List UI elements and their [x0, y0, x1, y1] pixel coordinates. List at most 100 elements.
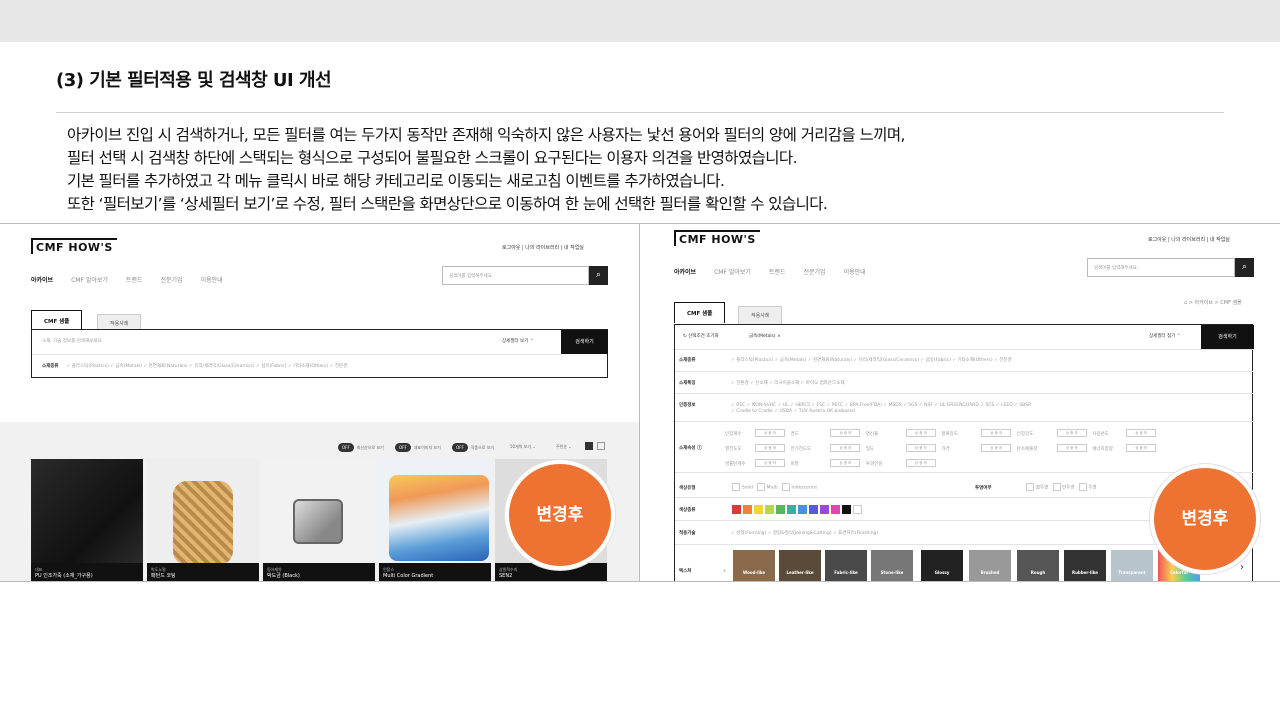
- filter-items[interactable]: ✓ REC ✓ NON-SVHC ✓ UL ✓ HB파크 ✓ FSC ✓ PEF…: [731, 403, 1031, 408]
- nav-item-archive[interactable]: 아카이브: [31, 275, 53, 284]
- level-chip[interactable]: 상 중 하: [1056, 444, 1087, 452]
- logo[interactable]: CMF HOW'S: [674, 230, 760, 246]
- level-chip[interactable]: 상 중 하: [755, 459, 785, 467]
- list-view-icon[interactable]: [597, 442, 605, 450]
- divider: [32, 354, 561, 355]
- checkbox[interactable]: [781, 483, 790, 491]
- color-swatch[interactable]: [787, 505, 797, 514]
- texture-tile[interactable]: Glossy: [921, 550, 963, 581]
- filter-row-color: 색상종류: [679, 505, 864, 514]
- color-swatch[interactable]: [732, 505, 742, 514]
- toggle-works[interactable]: OFF 작품으로 보기: [452, 443, 494, 452]
- detail-filter-toggle[interactable]: 상세필터 접기 ⌃: [1149, 333, 1180, 339]
- property-row: 인장계수 상 중 하 경도 상 중 하 연신율 상 중 하 항복강도 상 중 하 인장강…: [725, 429, 1160, 437]
- texture-tile[interactable]: Transparent: [1111, 550, 1153, 581]
- level-chip[interactable]: 상 중 하: [981, 444, 1012, 452]
- checkbox[interactable]: [1026, 483, 1035, 491]
- level-chip[interactable]: 상 중 하: [830, 459, 861, 467]
- texture-tile[interactable]: Brushed: [969, 550, 1011, 581]
- checkbox[interactable]: [732, 483, 741, 491]
- level-chip[interactable]: 상 중 하: [905, 429, 936, 437]
- level-chip[interactable]: 상 중 하: [830, 429, 861, 437]
- utility-links[interactable]: 로그아웃 | 나의 라이브러리 | 내 작업실: [1148, 236, 1230, 243]
- color-swatch[interactable]: [842, 505, 852, 514]
- color-swatch[interactable]: [831, 505, 841, 514]
- texture-tile[interactable]: Rough: [1017, 550, 1059, 581]
- option-label: Solid: [741, 485, 753, 491]
- per-page-select[interactable]: 50개씩 보기 ⌄: [510, 444, 536, 450]
- toggle-state: OFF: [452, 443, 468, 452]
- nav-item-archive[interactable]: 아카이브: [674, 267, 696, 276]
- divider: [675, 393, 1254, 394]
- property-name: 영률탄계수: [725, 461, 746, 467]
- nav-item-trend[interactable]: 트렌드: [126, 275, 143, 284]
- search-button[interactable]: 검색하기: [1201, 325, 1254, 349]
- header-search-input[interactable]: 검색어를 입력해주세요.: [1087, 258, 1235, 277]
- checkbox[interactable]: [1052, 483, 1061, 491]
- header-search-input[interactable]: 검색어를 입력해주세요.: [442, 266, 589, 285]
- texture-tile[interactable]: Leather-like: [779, 550, 821, 581]
- search-button[interactable]: 검색하기: [561, 330, 608, 354]
- toggle-representative[interactable]: OFF 대표이미지 보기: [395, 443, 441, 452]
- filter-items[interactable]: ✓ 성형(Forming) ✓ 결합&절삭(Joining&Cutting) ✓…: [731, 531, 878, 536]
- filter-items[interactable]: ✓ 친환경 ✓ 신소재 ✓ 리사이클소재 ✓ 바이오 컴파운드소재: [731, 381, 844, 386]
- nav-item-trend[interactable]: 트렌드: [769, 267, 786, 276]
- checkbox[interactable]: [757, 483, 766, 491]
- property-name: 사용온도: [1092, 431, 1109, 437]
- filter-row-color-type: 색상유형 Solid Multi Iridescence: [679, 483, 817, 491]
- tab-cmf-sample[interactable]: CMF 샘플: [674, 302, 726, 323]
- level-chip[interactable]: 상 중 하: [830, 444, 861, 452]
- level-chip[interactable]: 상 중 하: [981, 429, 1012, 437]
- color-swatch[interactable]: [776, 505, 786, 514]
- filter-label: 인증정보: [679, 403, 696, 408]
- nav-item-guide[interactable]: 이용안내: [844, 267, 866, 276]
- sort-select[interactable]: 주천순 ⌄: [556, 444, 572, 450]
- level-chip[interactable]: 상 중 하: [1056, 429, 1087, 437]
- filter-items[interactable]: ✓ 플라스틱(Plastics) ✓ 금속(Metals) ✓ 천연재료(Nat…: [67, 364, 348, 369]
- color-swatch[interactable]: [754, 505, 764, 514]
- toggle-latest[interactable]: OFF 최신순으로 보기: [338, 443, 384, 452]
- level-chip[interactable]: 상 중 하: [755, 444, 785, 452]
- color-swatch[interactable]: [853, 505, 863, 514]
- tab-case[interactable]: 적용사례: [738, 306, 783, 324]
- nav-item-company[interactable]: 전문기업: [160, 275, 182, 284]
- texture-tile[interactable]: Stone-like: [871, 550, 913, 581]
- logo[interactable]: CMF HOW'S: [31, 238, 117, 254]
- color-swatch[interactable]: [798, 505, 808, 514]
- toggle-label: 대표이미지 보기: [413, 445, 441, 450]
- tab-cmf-sample[interactable]: CMF 샘플: [31, 310, 83, 331]
- color-swatch[interactable]: [743, 505, 753, 514]
- texture-tile[interactable]: Wood-like: [733, 550, 775, 581]
- color-swatch[interactable]: [809, 505, 819, 514]
- filter-items[interactable]: ✓ 플라스틱(Plastics) ✓ 금속(Metals) ✓ 천연재료(Nat…: [731, 358, 1012, 363]
- grid-view-icon[interactable]: [585, 442, 593, 450]
- chevron-right-icon[interactable]: ›: [1240, 562, 1244, 573]
- reset-filter-button[interactable]: ↻ 선택조건 초기화: [683, 333, 719, 339]
- nav-item-company[interactable]: 전문기업: [803, 267, 825, 276]
- utility-links[interactable]: 로그아웃 | 나의 라이브러리 | 내 작업실: [502, 244, 584, 251]
- search-icon[interactable]: ⌕: [1235, 258, 1254, 277]
- sample-card[interactable]: 인탑스 Multi Color Gradient: [379, 459, 491, 581]
- selected-filter-chip[interactable]: 금속(Metals) ×: [749, 333, 781, 339]
- sample-card[interactable]: 박도노멀 패턴드 코팅: [147, 459, 259, 581]
- detail-filter-toggle[interactable]: 상세필터 보기 ⌃: [502, 338, 533, 344]
- level-chip[interactable]: 상 중 하: [755, 429, 785, 437]
- level-chip[interactable]: 상 중 하: [905, 459, 936, 467]
- level-chip[interactable]: 상 중 하: [1126, 444, 1157, 452]
- search-icon[interactable]: ⌕: [589, 266, 608, 285]
- texture-tile[interactable]: Rubber-like: [1064, 550, 1106, 581]
- sample-card[interactable]: 동아제약 박도금 (Black): [263, 459, 375, 581]
- nav-item-guide[interactable]: 이용안내: [201, 275, 223, 284]
- texture-tile[interactable]: Fabric-like: [825, 550, 867, 581]
- sample-card[interactable]: 대표 PU 인조가죽 (소재_가구용): [31, 459, 143, 581]
- chevron-left-icon[interactable]: ‹: [723, 566, 726, 575]
- nav-item-cmf[interactable]: CMF 알아보기: [714, 267, 751, 276]
- checkbox[interactable]: [1078, 483, 1087, 491]
- level-chip[interactable]: 상 중 하: [1126, 429, 1157, 437]
- main-search-input[interactable]: 소재, 기술 정보를 검색해보세요.: [42, 338, 103, 344]
- nav-item-cmf[interactable]: CMF 알아보기: [71, 275, 108, 284]
- color-swatch[interactable]: [765, 505, 775, 514]
- color-swatch[interactable]: [820, 505, 830, 514]
- level-chip[interactable]: 상 중 하: [905, 444, 936, 452]
- filter-items[interactable]: ✓ Cradle to Cradle ✓ USDA ✓ TUV Austria …: [731, 409, 855, 414]
